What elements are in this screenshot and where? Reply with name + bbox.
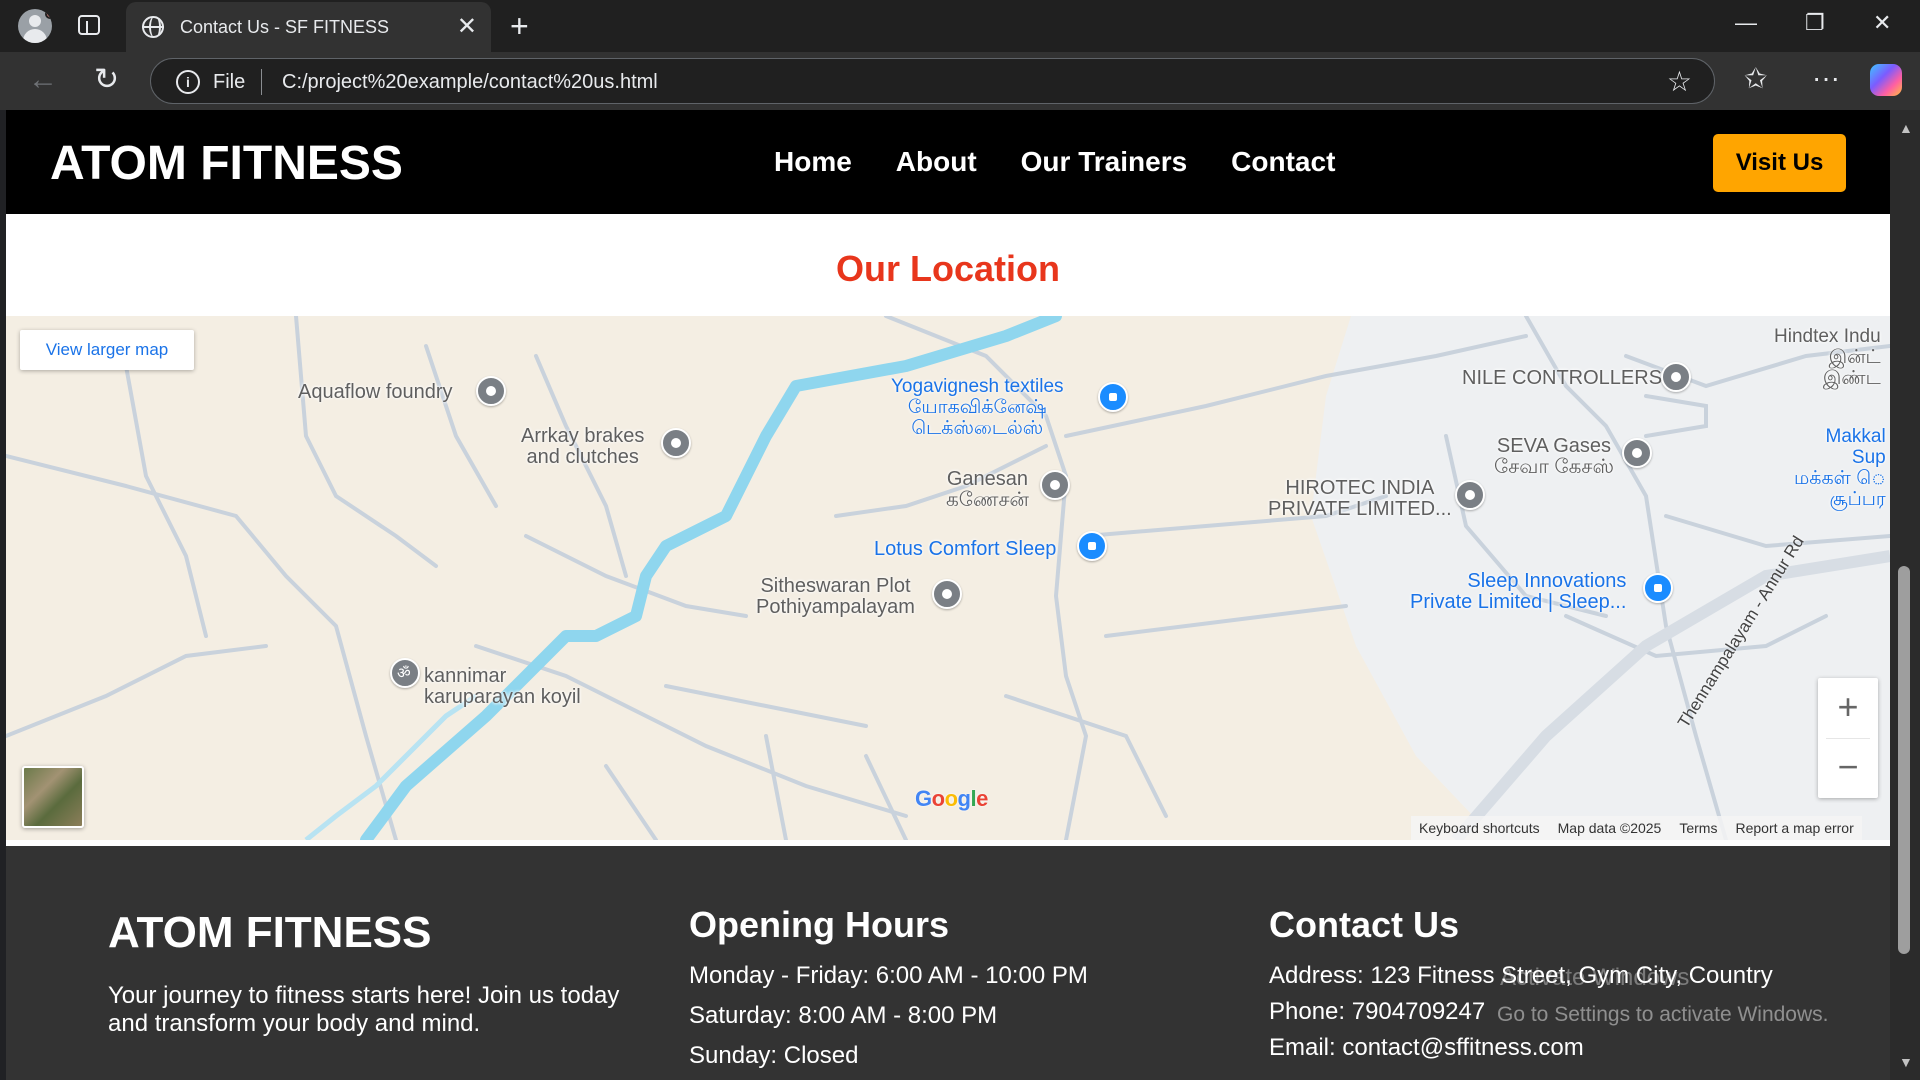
restore-icon[interactable]: ❐ — [1805, 10, 1825, 36]
map-place-label[interactable]: Ganesan கணேசன் — [946, 469, 1029, 511]
map-place-label[interactable]: Arrkay brakes and clutches — [521, 426, 644, 468]
page-scrollbar[interactable]: ▲ ▼ — [1890, 110, 1920, 1080]
terms-link[interactable]: Terms — [1679, 820, 1717, 836]
map-pin-icon[interactable] — [1455, 480, 1485, 510]
contact-email[interactable]: Email: contact@sffitness.com — [1269, 1034, 1584, 1062]
nav-about[interactable]: About — [896, 146, 977, 178]
report-map-error-link[interactable]: Report a map error — [1735, 820, 1853, 836]
window-close-icon[interactable]: ✕ — [1873, 10, 1891, 36]
activate-windows-title: Activate Windows — [1500, 964, 1690, 991]
hours-saturday: Saturday: 8:00 AM - 8:00 PM — [689, 1002, 998, 1029]
nav-contact[interactable]: Contact — [1231, 146, 1335, 178]
visit-us-button[interactable]: Visit Us — [1713, 134, 1846, 192]
profile-avatar-icon[interactable] — [18, 9, 52, 43]
url-text[interactable]: C:/project%20example/contact%20us.html — [282, 71, 658, 94]
page-viewport: ATOM FITNESS Home About Our Trainers Con… — [6, 110, 1890, 1080]
location-heading: Our Location — [836, 248, 1060, 289]
browser-tab-active[interactable]: Contact Us - SF FITNESS ✕ — [126, 2, 491, 52]
opening-hours-heading: Opening Hours — [689, 904, 949, 945]
favorites-icon[interactable]: ✩ — [1744, 62, 1767, 95]
back-arrow-icon[interactable]: ← — [28, 63, 58, 97]
scroll-up-icon[interactable]: ▲ — [1899, 120, 1913, 136]
site-header: ATOM FITNESS Home About Our Trainers Con… — [6, 110, 1890, 214]
shopping-pin-icon[interactable] — [1098, 382, 1128, 412]
map-data-text: Map data ©2025 — [1557, 820, 1662, 836]
temple-pin-icon[interactable] — [390, 658, 420, 688]
keyboard-shortcuts-link[interactable]: Keyboard shortcuts — [1419, 820, 1540, 836]
nav-our-trainers[interactable]: Our Trainers — [1021, 146, 1188, 178]
contact-us-heading: Contact Us — [1269, 904, 1460, 945]
browser-tab-bar: Contact Us - SF FITNESS ✕ + — ❐ ✕ — [0, 0, 1920, 52]
map-place-label[interactable]: Yogavignesh textiles யோகவிக்னேஷ் டெக்ஸ்ட… — [891, 376, 1064, 439]
contact-phone: Phone: 7904709247 — [1269, 998, 1486, 1025]
footer-brand: ATOM FITNESS — [108, 908, 432, 957]
tab-actions-icon[interactable] — [78, 15, 100, 35]
browser-toolbar: ← ↻ i File C:/project%20example/contact%… — [0, 52, 1920, 110]
reload-icon[interactable]: ↻ — [94, 62, 119, 97]
more-options-icon[interactable]: ··· — [1812, 62, 1840, 94]
google-logo: Google — [915, 786, 988, 811]
zoom-in-button[interactable]: + — [1818, 678, 1878, 738]
map-place-label[interactable]: Sleep Innovations Private Limited | Slee… — [1410, 571, 1626, 613]
map-place-label[interactable]: kannimar karuparayan koyil — [424, 666, 581, 708]
map-place-label[interactable]: Makkal Sup மக்கள் ெ சூப்பர — [1794, 426, 1886, 510]
map-pin-icon[interactable] — [932, 579, 962, 609]
map-pin-icon[interactable] — [1040, 470, 1070, 500]
scroll-down-icon[interactable]: ▼ — [1899, 1054, 1913, 1070]
view-larger-map-link[interactable]: View larger map — [20, 330, 194, 370]
satellite-layer-toggle[interactable] — [22, 766, 84, 828]
shopping-pin-icon[interactable] — [1643, 573, 1673, 603]
minimize-icon[interactable]: — — [1735, 10, 1757, 36]
zoom-out-button[interactable]: − — [1818, 738, 1878, 798]
globe-icon — [142, 16, 164, 38]
site-footer: ATOM FITNESS Your journey to fitness sta… — [6, 846, 1890, 1080]
activate-windows-subtitle: Go to Settings to activate Windows. — [1497, 1003, 1829, 1026]
map-place-label[interactable]: HIROTEC INDIA PRIVATE LIMITED... — [1268, 478, 1452, 520]
scroll-thumb[interactable] — [1898, 566, 1910, 954]
nav-home[interactable]: Home — [774, 146, 852, 178]
map-pin-icon[interactable] — [661, 428, 691, 458]
embedded-map[interactable]: View larger map Aquaflow foundry Arrkay … — [6, 316, 1890, 840]
hours-sunday: Sunday: Closed — [689, 1042, 859, 1069]
map-pin-icon[interactable] — [1622, 438, 1652, 468]
map-place-label[interactable]: NILE CONTROLLERS — [1462, 368, 1662, 389]
new-tab-icon[interactable]: + — [510, 8, 529, 45]
map-pin-icon[interactable] — [476, 376, 506, 406]
info-icon[interactable]: i — [176, 70, 200, 94]
shopping-pin-icon[interactable] — [1077, 531, 1107, 561]
tab-title: Contact Us - SF FITNESS — [180, 17, 390, 37]
hours-weekday: Monday - Friday: 6:00 AM - 10:00 PM — [689, 962, 1088, 989]
map-place-label[interactable]: Lotus Comfort Sleep — [874, 539, 1056, 560]
site-logo[interactable]: ATOM FITNESS — [50, 136, 403, 191]
map-zoom-control: + − — [1818, 678, 1878, 798]
footer-tagline: Your journey to fitness starts here! Joi… — [108, 982, 620, 1037]
map-attribution: Keyboard shortcuts Map data ©2025 Terms … — [1411, 816, 1862, 840]
close-tab-icon[interactable]: ✕ — [457, 12, 477, 41]
map-place-label[interactable]: Sitheswaran Plot Pothiyampalayam — [756, 576, 915, 618]
copilot-icon[interactable] — [1870, 64, 1902, 96]
map-place-label[interactable]: Aquaflow foundry — [298, 382, 453, 403]
site-nav: Home About Our Trainers Contact — [774, 146, 1335, 178]
address-bar[interactable]: i File C:/project%20example/contact%20us… — [150, 58, 1715, 104]
favorite-star-icon[interactable]: ☆ — [1667, 65, 1692, 98]
url-scheme: File — [213, 71, 246, 93]
map-place-label[interactable]: SEVA Gases சேவா கேசஸ் — [1494, 436, 1614, 478]
map-pin-icon[interactable] — [1661, 362, 1691, 392]
map-place-label[interactable]: Hindtex Indu இன்ட் இண்ட — [1774, 326, 1881, 389]
